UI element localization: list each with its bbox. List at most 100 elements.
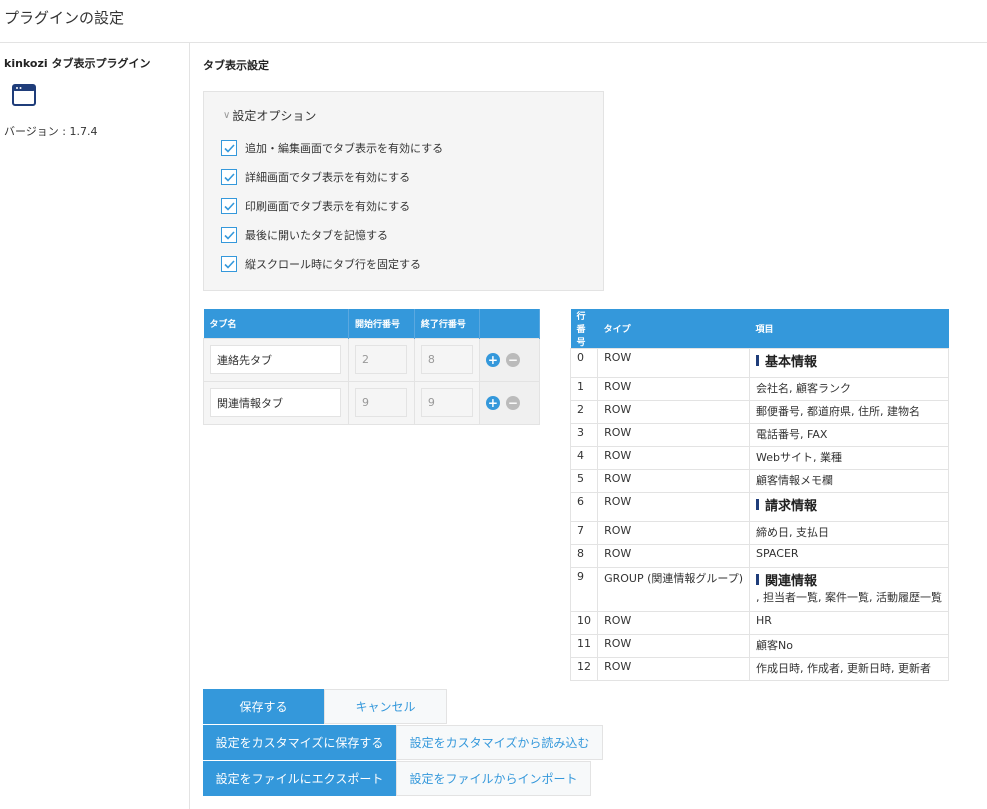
table-row: 7 ROW 締め日, 支払日: [569, 521, 949, 545]
table-row: 1 ROW 会社名, 顧客ランク: [569, 377, 949, 401]
table-row: 5 ROW 顧客情報メモ欄: [569, 469, 949, 493]
column-header: 行番号: [570, 309, 598, 349]
row-number: 9: [569, 567, 599, 612]
chevron-down-icon: ∨: [223, 110, 231, 121]
row-number: 1: [569, 377, 599, 401]
remove-row-button[interactable]: −: [505, 352, 520, 367]
rows-table: 行番号 タイプ 項目 0 ROW 基本情報 1 ROW 会社名, 顧客ランク 2…: [569, 309, 949, 681]
row-item-heading: 基本情報: [765, 355, 818, 370]
row-type: ROW: [597, 492, 751, 522]
table-row: 0 ROW 基本情報: [569, 348, 949, 378]
options-panel: ∨ 設定オプション 追加・編集画面でタブ表示を有効にする 詳細画面でタブ表示を有…: [203, 91, 604, 291]
tab-name-input[interactable]: 関連情報タブ: [210, 388, 341, 417]
row-type: ROW: [597, 521, 751, 545]
table-row: 2 ROW 郵便番号, 都道府県, 住所, 建物名: [569, 400, 949, 424]
end-row-input[interactable]: 8: [420, 345, 473, 374]
row-number: 6: [569, 492, 599, 522]
row-item: Webサイト, 業種: [749, 446, 949, 470]
option-label: 追加・編集画面でタブ表示を有効にする: [245, 142, 444, 155]
row-type: ROW: [597, 348, 751, 378]
row-item: 会社名, 顧客ランク: [749, 377, 949, 401]
options-header[interactable]: ∨ 設定オプション: [223, 107, 316, 124]
row-item: 顧客情報メモ欄: [749, 469, 949, 493]
row-number: 2: [569, 400, 599, 424]
row-item: 作成日時, 作成者, 更新日時, 更新者: [749, 657, 949, 681]
option-label: 縦スクロール時にタブ行を固定する: [245, 258, 421, 271]
table-row: 連絡先タブ 2 8 + −: [203, 337, 541, 382]
row-number: 5: [569, 469, 599, 493]
add-row-button[interactable]: +: [485, 352, 500, 367]
option-sticky-tab-row[interactable]: 縦スクロール時にタブ行を固定する: [221, 256, 421, 272]
table-row: 関連情報タブ 9 9 + −: [203, 380, 541, 425]
table-row: 12 ROW 作成日時, 作成者, 更新日時, 更新者: [569, 657, 949, 681]
column-header: 項目: [749, 309, 949, 349]
row-type: ROW: [597, 469, 751, 493]
row-item: 電話番号, FAX: [749, 423, 949, 447]
plugin-name: kinkozi タブ表示プラグイン: [4, 57, 151, 70]
start-row-input[interactable]: 2: [354, 345, 407, 374]
page-title: プラグインの設定: [4, 9, 125, 27]
row-type: ROW: [597, 544, 751, 568]
checkbox-checked-icon[interactable]: [221, 227, 237, 243]
row-type: ROW: [597, 377, 751, 401]
option-label: 最後に開いたタブを記憶する: [245, 229, 388, 242]
row-type: ROW: [597, 611, 751, 635]
option-tab-on-edit[interactable]: 追加・編集画面でタブ表示を有効にする: [221, 140, 443, 156]
export-to-file-button[interactable]: 設定をファイルにエクスポート: [203, 761, 396, 796]
heading-marker: [756, 355, 760, 366]
option-label: 詳細画面でタブ表示を有効にする: [245, 171, 411, 184]
save-button[interactable]: 保存する: [203, 689, 324, 724]
column-header: 終了行番号: [414, 309, 480, 338]
row-item: 顧客No: [749, 634, 949, 658]
row-item-heading: 関連情報: [765, 574, 818, 589]
row-number: 11: [569, 634, 599, 658]
table-header-row: 行番号 タイプ 項目: [570, 309, 949, 349]
table-row: 8 ROW SPACER: [569, 544, 949, 568]
remove-row-button[interactable]: −: [505, 395, 520, 410]
row-type: ROW: [597, 634, 751, 658]
table-header-row: タブ名 開始行番号 終了行番号: [203, 309, 541, 338]
checkbox-checked-icon[interactable]: [221, 169, 237, 185]
row-number: 3: [569, 423, 599, 447]
row-item-heading: 請求情報: [765, 499, 818, 514]
table-row: 4 ROW Webサイト, 業種: [569, 446, 949, 470]
option-label: 印刷画面でタブ表示を有効にする: [245, 200, 411, 213]
row-type: GROUP (関連情報グループ): [597, 567, 751, 612]
table-row: 9 GROUP (関連情報グループ) 関連情報 , 担当者一覧, 案件一覧, 活…: [569, 567, 949, 612]
row-number: 4: [569, 446, 599, 470]
checkbox-checked-icon[interactable]: [221, 256, 237, 272]
row-item: SPACER: [749, 544, 949, 568]
option-tab-on-detail[interactable]: 詳細画面でタブ表示を有効にする: [221, 169, 410, 185]
row-item: 締め日, 支払日: [749, 521, 949, 545]
row-number: 0: [569, 348, 599, 378]
import-from-file-button[interactable]: 設定をファイルからインポート: [396, 761, 591, 796]
row-type: ROW: [597, 400, 751, 424]
row-item: 郵便番号, 都道府県, 住所, 建物名: [749, 400, 949, 424]
table-row: 6 ROW 請求情報: [569, 492, 949, 522]
checkbox-checked-icon[interactable]: [221, 198, 237, 214]
row-number: 7: [569, 521, 599, 545]
cancel-button[interactable]: キャンセル: [324, 689, 447, 724]
tab-name-input[interactable]: 連絡先タブ: [210, 345, 341, 374]
option-remember-tab[interactable]: 最後に開いたタブを記憶する: [221, 227, 388, 243]
row-number: 12: [569, 657, 599, 681]
heading-marker: [756, 574, 760, 585]
section-title: タブ表示設定: [203, 59, 269, 72]
option-tab-on-print[interactable]: 印刷画面でタブ表示を有効にする: [221, 198, 410, 214]
end-row-input[interactable]: 9: [420, 388, 473, 417]
table-row: 10 ROW HR: [569, 611, 949, 635]
add-row-button[interactable]: +: [485, 395, 500, 410]
column-header: 開始行番号: [348, 309, 415, 338]
column-header: タブ名: [203, 309, 349, 338]
table-row: 11 ROW 顧客No: [569, 634, 949, 658]
checkbox-checked-icon[interactable]: [221, 140, 237, 156]
start-row-input[interactable]: 9: [354, 388, 407, 417]
save-to-customize-button[interactable]: 設定をカスタマイズに保存する: [203, 725, 396, 760]
window-icon: [12, 84, 36, 106]
load-from-customize-button[interactable]: 設定をカスタマイズから読み込む: [396, 725, 603, 760]
row-number: 8: [569, 544, 599, 568]
row-item: HR: [749, 611, 949, 635]
column-header-actions: [479, 309, 541, 338]
tabs-table: タブ名 開始行番号 終了行番号 連絡先タブ 2 8 + − 関連情報タブ 9 9 …: [203, 309, 541, 425]
row-type: ROW: [597, 446, 751, 470]
